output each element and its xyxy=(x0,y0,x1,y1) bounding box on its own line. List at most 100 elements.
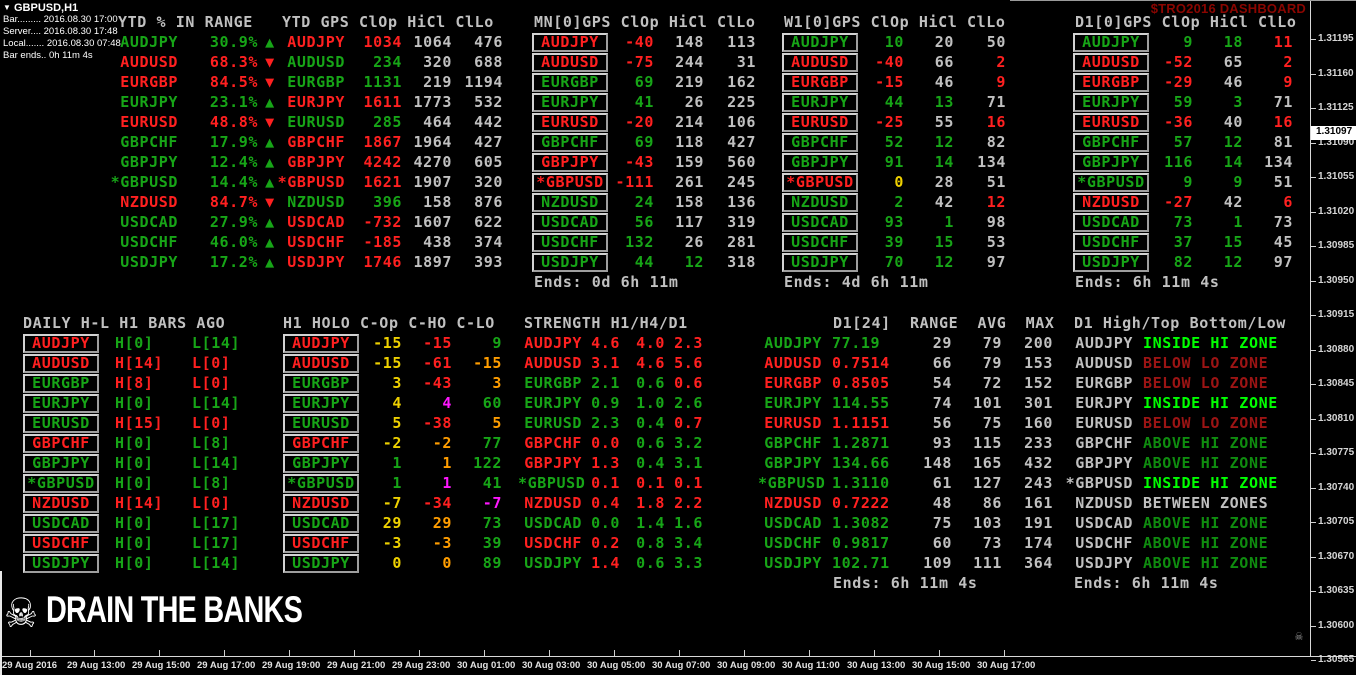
table-row: GBPJPY -43 159 560 xyxy=(530,152,756,172)
value-cell: 29 xyxy=(932,334,952,352)
value-cell: 374 xyxy=(474,233,503,251)
table-cell: ABOVE HI ZONE xyxy=(1133,553,1308,573)
table-cell: 75 xyxy=(952,413,1002,433)
table-cell: 158 xyxy=(402,192,452,212)
value-cell: -52 xyxy=(1164,53,1193,71)
value-cell: 688 xyxy=(474,53,503,71)
table-row: EURUSD -20 214 106 xyxy=(530,112,756,132)
value-cell: ABOVE HI ZONE xyxy=(1143,454,1269,472)
table-row: USDJPY H[0] L[14] xyxy=(20,553,260,573)
pair-label: GBPJPY xyxy=(782,153,858,172)
pair-label: USDCHF xyxy=(1073,233,1149,252)
d1-high-top-bottom-low-footer: Ends: 6h 11m 4s xyxy=(1074,574,1219,592)
table-row: AUDUSD -15 -61 -15 xyxy=(280,353,502,373)
chevron-down-icon[interactable]: ▼ xyxy=(3,3,11,12)
pair-label: AUDUSD xyxy=(782,53,858,72)
table-cell: 0.1 xyxy=(665,473,703,493)
table-row: USDCAD ABOVE HI ZONE xyxy=(1060,513,1308,533)
table-cell: 2 xyxy=(860,192,904,212)
table-cell: AUDJPY xyxy=(518,333,582,353)
value-cell: 46 xyxy=(1223,73,1243,91)
value-cell: 73 xyxy=(982,534,1002,552)
value-cell: 1.3 xyxy=(591,454,620,472)
table-cell: -52 xyxy=(1152,52,1193,72)
price-label: 1.31055 xyxy=(1318,171,1355,182)
table-cell: EURGBP xyxy=(20,373,102,393)
table-cell: 688 xyxy=(452,52,503,72)
pair-label: GBPJPY xyxy=(1075,454,1133,472)
table-row: USDCAD 56 117 319 xyxy=(530,212,756,232)
table-row: USDCHF 0.9817 60 73 174 xyxy=(758,533,1055,553)
table-cell: 6 xyxy=(1243,192,1293,212)
pair-label: GBPCHF xyxy=(1075,434,1133,452)
table-cell: GBPJPY xyxy=(780,152,860,172)
pair-label: EURUSD xyxy=(283,414,359,433)
table-row: EURUSD H[15] L[0] xyxy=(20,413,260,433)
table-row: AUDUSD 234 320 688 xyxy=(272,52,503,72)
table-cell: 2.2 xyxy=(665,493,703,513)
pair-label: USDCHF xyxy=(532,233,608,252)
value-cell: -2 xyxy=(382,434,402,452)
value-cell: 51 xyxy=(1273,173,1293,191)
pair-label: AUDUSD xyxy=(23,354,99,373)
value-cell: 0.4 xyxy=(591,494,620,512)
table-cell: 46.0% xyxy=(178,232,258,252)
ytd-percent-in-range: YTD % IN RANGE AUDJPY 30.9% ▲ AUDUSD 68.3% ▼ EU… xyxy=(20,12,282,272)
table-cell: 148 xyxy=(890,453,952,473)
table-cell: 320 xyxy=(402,52,452,72)
table-cell: *GBPUSD xyxy=(758,473,825,493)
value-cell: 16 xyxy=(986,113,1006,131)
value-cell: 53 xyxy=(986,233,1006,251)
table-cell: 318 xyxy=(704,252,756,272)
value-cell: -36 xyxy=(1164,113,1193,131)
pair-label: USDCAD xyxy=(1073,213,1149,232)
table-cell: 1 xyxy=(402,473,452,493)
table-cell: L[8] xyxy=(180,433,260,453)
w10-gps-header: W1[0]GPS ClOp HiCl ClLo xyxy=(784,13,1006,31)
table-cell: 2.3 xyxy=(582,413,620,433)
table-cell: -185 xyxy=(345,232,402,252)
table-cell: 0.6 xyxy=(620,553,665,573)
value-cell: 44 xyxy=(884,93,904,111)
skull-crossbones-icon: ☠ xyxy=(6,581,37,639)
table-cell: -7 xyxy=(452,493,502,513)
value-cell: L[8] xyxy=(192,434,231,452)
value-cell: 438 xyxy=(423,233,452,251)
table-cell: GBPCHF xyxy=(20,433,102,453)
table-cell: 1.0 xyxy=(620,393,665,413)
table-cell: 23.1% xyxy=(178,92,258,112)
value-cell: 106 xyxy=(727,113,756,131)
pair-label: NZDUSD xyxy=(532,193,608,212)
value-cell: 191 xyxy=(1024,514,1053,532)
table-cell: 3 xyxy=(452,373,502,393)
pair-label: GBPCHF xyxy=(532,133,608,152)
table-cell: 79 xyxy=(952,353,1002,373)
table-cell: USDJPY xyxy=(280,553,362,573)
pair-label: GBPJPY xyxy=(524,454,582,472)
pair-label: GBPCHF xyxy=(1073,133,1149,152)
table-row: GBPJPY 4242 4270 605 xyxy=(272,152,503,172)
value-cell: 442 xyxy=(474,113,503,131)
value-cell: 13 xyxy=(934,93,954,111)
pair-label: AUDJPY xyxy=(1075,334,1133,352)
chart-area[interactable]: ▼ GBPUSD,H1 Bar......... 2016.08.30 17:0… xyxy=(0,0,1356,675)
strength-h1-h4-d1: STRENGTH H1/H4/D1 AUDJPY 4.6 4.0 2.3 AUDUSD 3.… xyxy=(518,313,703,573)
table-cell: 0 xyxy=(860,172,904,192)
pair-label: AUDJPY xyxy=(120,33,178,51)
value-cell: 75 xyxy=(982,414,1002,432)
table-cell: 191 xyxy=(1002,513,1053,533)
table-cell: 2 xyxy=(954,52,1006,72)
table-cell: AUDUSD xyxy=(272,52,345,72)
value-cell: 393 xyxy=(474,253,503,271)
pair-label: AUDJPY xyxy=(23,334,99,353)
pair-label: AUDJPY xyxy=(532,33,608,52)
table-cell: 17.2% xyxy=(178,252,258,272)
table-cell: GBPJPY xyxy=(518,453,582,473)
table-cell: 165 xyxy=(952,453,1002,473)
value-cell: 1.3082 xyxy=(832,514,890,532)
table-row: GBPJPY 12.4% ▲ xyxy=(20,152,282,172)
pair-label: USDJPY xyxy=(524,554,582,572)
table-cell: 29 xyxy=(402,513,452,533)
table-cell: USDCAD xyxy=(1060,513,1133,533)
value-cell: 0.1 xyxy=(636,474,665,492)
